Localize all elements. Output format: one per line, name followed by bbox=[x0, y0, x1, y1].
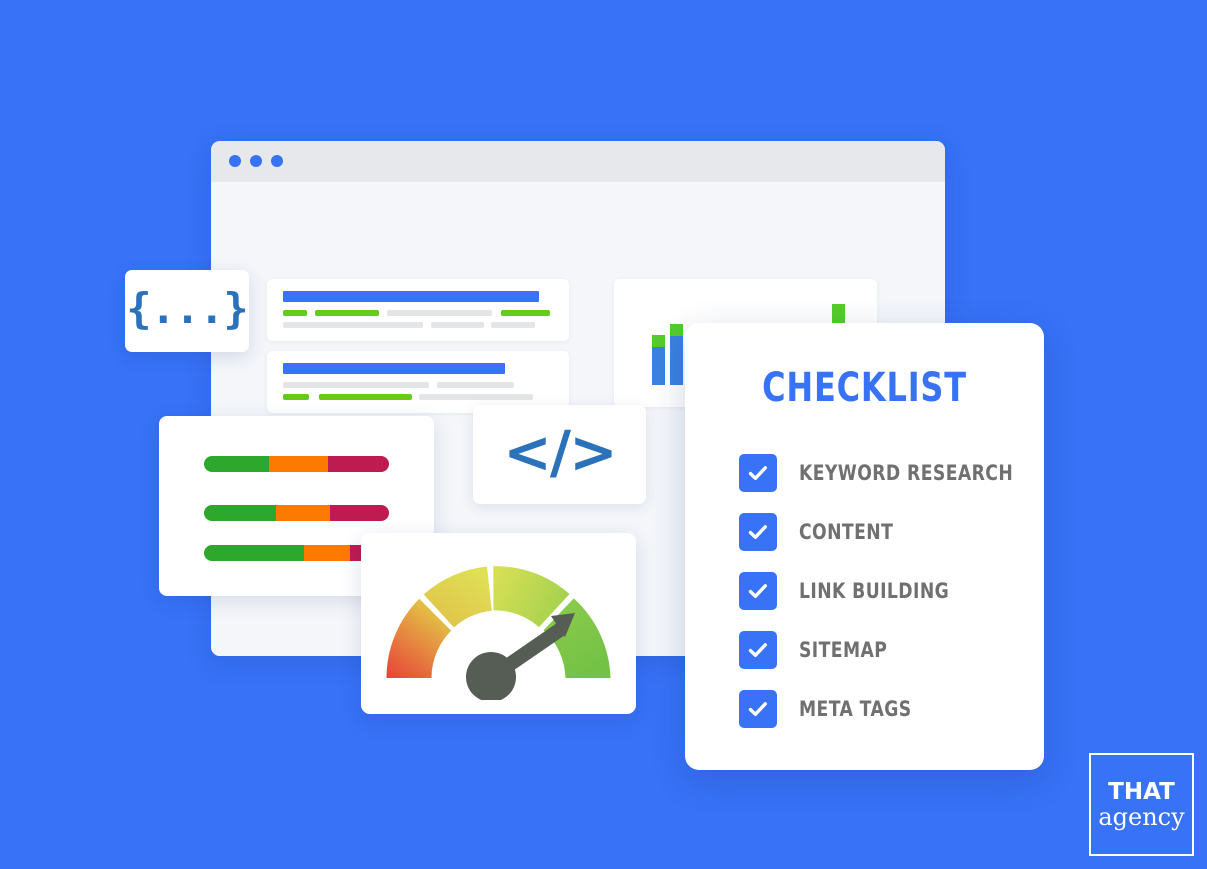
checklist-label: META TAGS bbox=[799, 696, 912, 721]
checklist-items: KEYWORD RESEARCH CONTENT LINK BUILDING SITE… bbox=[739, 443, 1029, 738]
progress-segment-green bbox=[204, 456, 269, 472]
search-result-card-2[interactable] bbox=[267, 351, 569, 413]
checklist-label: SITEMAP bbox=[799, 637, 888, 662]
checklist-checkbox-2[interactable] bbox=[739, 512, 777, 551]
bar-segment-green bbox=[670, 323, 683, 337]
result-title-bar bbox=[283, 363, 505, 374]
code-tag-icon: </> bbox=[503, 417, 617, 486]
checklist-label: KEYWORD RESEARCH bbox=[799, 460, 1014, 485]
result-snippet-line bbox=[319, 394, 412, 400]
search-result-card-1[interactable] bbox=[267, 279, 569, 341]
bar-segment-green bbox=[832, 304, 845, 324]
progress-segment-green bbox=[204, 505, 277, 521]
seo-score-gauge-card bbox=[361, 533, 636, 714]
check-icon bbox=[748, 642, 767, 657]
result-snippet-line bbox=[491, 322, 535, 328]
checklist-row[interactable]: SITEMAP bbox=[739, 620, 1029, 679]
progress-segment-crimson bbox=[327, 456, 389, 472]
result-snippet-line bbox=[437, 382, 514, 388]
checklist-row[interactable]: KEYWORD RESEARCH bbox=[739, 443, 1029, 502]
checklist-row[interactable]: CONTENT bbox=[739, 502, 1029, 561]
checklist-checkbox-5[interactable] bbox=[739, 689, 777, 728]
result-snippet-line bbox=[283, 394, 309, 400]
result-title-bar bbox=[283, 291, 539, 302]
logo-line-that: THAT bbox=[1108, 778, 1175, 805]
window-dot-2[interactable] bbox=[250, 155, 262, 167]
json-braces-badge: {...} bbox=[125, 270, 249, 352]
progress-segment-orange bbox=[268, 456, 328, 472]
window-dot-1[interactable] bbox=[229, 155, 241, 167]
window-controls bbox=[229, 155, 283, 167]
that-agency-logo[interactable]: THAT agency bbox=[1089, 753, 1194, 856]
window-dot-3[interactable] bbox=[271, 155, 283, 167]
progress-bar-2[interactable] bbox=[204, 505, 389, 521]
checklist-label: LINK BUILDING bbox=[799, 578, 950, 603]
progress-bar-1[interactable] bbox=[204, 456, 389, 472]
logo-line-agency: agency bbox=[1098, 802, 1185, 831]
poster-canvas: {...} </> CHECKLIST KEYWORD RESEARCH CON… bbox=[0, 0, 1207, 869]
check-icon bbox=[748, 701, 767, 716]
checklist-checkbox-1[interactable] bbox=[739, 453, 777, 492]
bar-column bbox=[652, 334, 665, 385]
bar-segment-blue bbox=[670, 336, 683, 385]
progress-segment-green bbox=[204, 545, 304, 561]
progress-segment-orange bbox=[303, 545, 351, 561]
gauge-needle bbox=[466, 613, 575, 700]
check-icon bbox=[748, 524, 767, 539]
result-snippet-line bbox=[283, 322, 423, 328]
check-icon bbox=[748, 465, 767, 480]
result-snippet-line bbox=[419, 394, 533, 400]
progress-segment-crimson bbox=[329, 505, 389, 521]
checklist-label: CONTENT bbox=[799, 519, 894, 544]
result-snippet-line bbox=[283, 310, 307, 316]
seo-checklist-card: CHECKLIST KEYWORD RESEARCH CONTENT LINK BU… bbox=[685, 323, 1044, 770]
seo-score-gauge bbox=[386, 566, 611, 700]
result-snippet-line bbox=[315, 310, 379, 316]
checklist-checkbox-4[interactable] bbox=[739, 630, 777, 669]
checklist-row[interactable]: LINK BUILDING bbox=[739, 561, 1029, 620]
check-icon bbox=[748, 583, 767, 598]
result-snippet-line bbox=[431, 322, 484, 328]
browser-titlebar bbox=[211, 141, 945, 182]
result-snippet-line bbox=[501, 310, 550, 316]
checklist-title: CHECKLIST bbox=[762, 365, 967, 411]
bar-segment-blue bbox=[652, 347, 665, 385]
bar-column bbox=[670, 323, 683, 385]
result-snippet-line bbox=[387, 310, 492, 316]
checklist-checkbox-3[interactable] bbox=[739, 571, 777, 610]
bar-segment-green bbox=[652, 334, 665, 348]
result-snippet-line bbox=[283, 382, 429, 388]
code-tag-badge: </> bbox=[473, 405, 646, 504]
checklist-row[interactable]: META TAGS bbox=[739, 679, 1029, 738]
braces-icon: {...} bbox=[126, 284, 248, 333]
progress-segment-orange bbox=[276, 505, 330, 521]
